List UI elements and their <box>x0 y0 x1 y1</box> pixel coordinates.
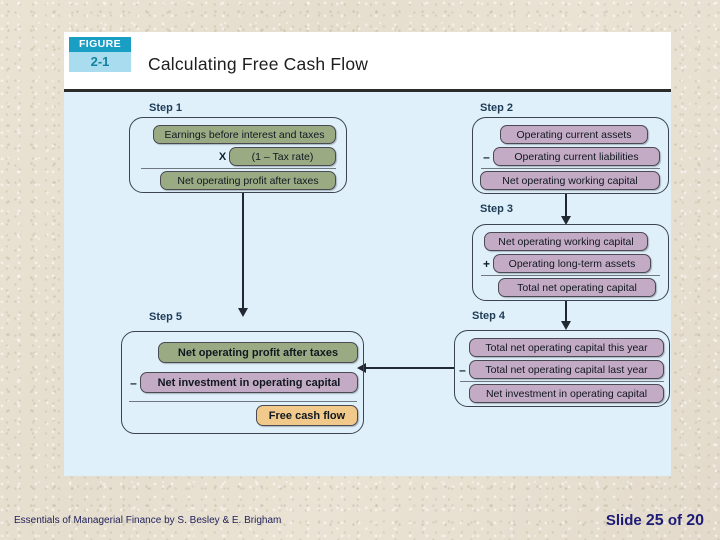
figure-header: FIGURE 2-1 Calculating Free Cash Flow <box>64 32 671 92</box>
figure-panel: Step 1 Earnings before interest and taxe… <box>64 92 671 476</box>
figure-badge: FIGURE 2-1 <box>69 37 131 72</box>
footer-source-text: Essentials of Managerial Finance by S. B… <box>14 515 282 526</box>
step-5-sum-rule <box>129 401 357 402</box>
step-5-row-1-pill: Net operating profit after taxes <box>158 342 358 363</box>
connector-step4-step5 <box>364 367 454 369</box>
step-4-row-3-pill: Net investment in operating capital <box>469 384 664 403</box>
step-3-row-1: Net operating working capital <box>484 232 656 251</box>
step-1-row-2: X (1 – Tax rate) <box>216 147 336 166</box>
step-1-row-3: Net operating profit after taxes <box>160 171 336 190</box>
step-4-row-1: Total net operating capital this year <box>469 338 664 357</box>
slide-prefix-label: Slide <box>605 512 642 529</box>
step-2-row-1: Operating current assets <box>500 125 660 144</box>
figure-badge-number: 2-1 <box>69 52 131 72</box>
step-3-row-3-pill: Total net operating capital <box>498 278 656 297</box>
step-3-row-2-pill: Operating long-term assets <box>493 254 651 273</box>
step-2-sum-rule <box>481 168 660 169</box>
step-4-label: Step 4 <box>472 310 506 322</box>
step-2-row-2-pill: Operating current liabilities <box>493 147 660 166</box>
step-4-row-3: Net investment in operating capital <box>469 384 664 403</box>
step-1-label: Step 1 <box>149 102 183 114</box>
step-2-label: Step 2 <box>480 102 514 114</box>
connector-step1-step5 <box>242 193 244 310</box>
step-1-sum-rule <box>141 168 336 169</box>
step-2-row-3: Net operating working capital <box>480 171 660 190</box>
connector-step3-step4-arrowhead <box>561 321 571 330</box>
slide-current-number: 25 <box>645 512 664 529</box>
step-5-row-2-pill: Net investment in operating capital <box>140 372 358 393</box>
step-5-row-2: – Net investment in operating capital <box>127 372 358 393</box>
step-3-row-2-operator: + <box>482 256 490 271</box>
step-4-row-2: – Total net operating capital last year <box>456 360 664 379</box>
step-5-row-3-pill: Free cash flow <box>256 405 358 426</box>
step-3-label: Step 3 <box>480 203 514 215</box>
step-3-row-1-pill: Net operating working capital <box>484 232 648 251</box>
connector-step2-step3 <box>565 194 567 218</box>
step-4-row-2-pill: Total net operating capital last year <box>469 360 664 379</box>
step-2-row-2-operator: – <box>483 149 490 164</box>
step-3-sum-rule <box>481 275 660 276</box>
figure-title: Calculating Free Cash Flow <box>148 54 369 74</box>
step-2-row-2: – Operating current liabilities <box>480 147 660 166</box>
step-5-row-2-operator: – <box>130 375 137 390</box>
step-4-sum-rule <box>460 381 664 382</box>
step-4-row-1-pill: Total net operating capital this year <box>469 338 664 357</box>
step-3-row-3: Total net operating capital <box>498 278 660 297</box>
figure-block: FIGURE 2-1 Calculating Free Cash Flow St… <box>64 32 671 479</box>
slide-of-label: of <box>667 512 683 529</box>
step-3-row-2: + Operating long-term assets <box>480 254 660 273</box>
step-1-row-3-pill: Net operating profit after taxes <box>160 171 336 190</box>
step-1-row-2-pill: (1 – Tax rate) <box>229 147 336 166</box>
step-5-row-1: Net operating profit after taxes <box>158 342 358 363</box>
slide-total-number: 20 <box>686 512 704 529</box>
step-1-row-1-pill: Earnings before interest and taxes <box>153 125 336 144</box>
connector-step3-step4 <box>565 301 567 323</box>
connector-step1-step5-arrowhead <box>238 308 248 317</box>
figure-badge-word: FIGURE <box>69 37 131 52</box>
footer-slide-counter: Slide 25 of 20 <box>606 512 704 530</box>
step-1-row-2-operator: X <box>218 150 227 163</box>
step-4-row-2-operator: – <box>459 362 466 377</box>
step-5-label: Step 5 <box>149 311 183 323</box>
step-1-row-1: Earnings before interest and taxes <box>140 125 336 144</box>
step-2-row-3-pill: Net operating working capital <box>480 171 660 190</box>
step-2-row-1-pill: Operating current assets <box>500 125 648 144</box>
step-5-row-3: Free cash flow <box>256 405 358 426</box>
